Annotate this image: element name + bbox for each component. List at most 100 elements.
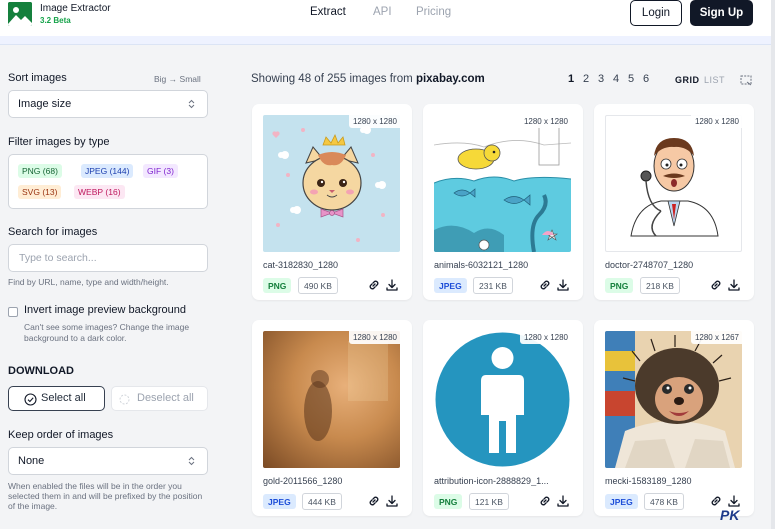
- image-dimensions: 1280 x 1280: [519, 115, 572, 128]
- image-type-badge: JPEG: [263, 494, 296, 509]
- sort-label: Sort images: [8, 72, 67, 84]
- search-input[interactable]: Type to search...: [8, 244, 208, 272]
- keep-order-value: None: [18, 455, 45, 467]
- image-thumbnail[interactable]: [263, 115, 400, 252]
- app-title: Image Extractor: [40, 3, 111, 14]
- image-filename: attribution-icon-2888829_1...: [434, 476, 549, 486]
- filter-chip-webp[interactable]: WEBP (16): [74, 185, 125, 199]
- filter-type: GIF: [147, 166, 162, 176]
- download-icon[interactable]: [556, 494, 570, 508]
- attribution-image: [435, 332, 570, 467]
- chevron-updown-icon: [188, 456, 195, 466]
- filter-count: 3: [166, 166, 172, 176]
- image-filename: doctor-2748707_1280: [605, 260, 694, 270]
- image-card[interactable]: 1280 x 1267 mecki-1583189_1280 JPEG 478 …: [594, 320, 754, 516]
- results-summary: Showing 48 of 255 images from pixabay.co…: [251, 73, 485, 85]
- filter-count: 144: [112, 166, 127, 176]
- invert-hint-line2: background to a dark color.: [24, 333, 127, 343]
- deselect-all-label: Deselect all: [137, 392, 194, 404]
- mecki-image: [605, 331, 735, 468]
- filter-chip-svg[interactable]: SVG (13): [18, 185, 62, 199]
- image-size: 121 KB: [469, 493, 509, 510]
- image-filename: animals-6032121_1280: [434, 260, 529, 270]
- invert-background-checkbox[interactable]: [8, 307, 18, 317]
- image-thumbnail[interactable]: [263, 331, 400, 468]
- filter-chip-jpeg[interactable]: JPEG (144): [81, 164, 134, 178]
- download-heading: DOWNLOAD: [8, 365, 74, 377]
- nav-api-link[interactable]: API: [373, 6, 392, 18]
- top-header: Image Extractor 3.2 Beta Extract API Pri…: [0, 0, 775, 36]
- download-icon[interactable]: [727, 494, 741, 508]
- copy-link-icon[interactable]: [367, 278, 381, 292]
- page-scrollbar[interactable]: [771, 0, 775, 529]
- download-icon[interactable]: [727, 278, 741, 292]
- keep-order-select[interactable]: None: [8, 447, 208, 475]
- login-button[interactable]: Login: [630, 0, 682, 26]
- doctor-image: [630, 138, 719, 237]
- nav-extract-link[interactable]: Extract: [310, 6, 346, 18]
- download-icon[interactable]: [385, 278, 399, 292]
- image-filename: cat-3182830_1280: [263, 260, 339, 270]
- filter-count: 13: [45, 187, 55, 197]
- page-1-link[interactable]: 1: [568, 73, 574, 85]
- sort-select[interactable]: Image size: [8, 90, 208, 118]
- sort-hint-small: Small: [179, 74, 201, 84]
- image-card[interactable]: 1280 x 1280 animals-6032121_1280 JPEG 23…: [423, 104, 583, 300]
- watermark-logo: PK: [720, 507, 740, 523]
- app-version: 3.2 Beta: [40, 16, 71, 25]
- gold-image: [304, 341, 388, 441]
- image-dimensions: 1280 x 1267: [690, 331, 743, 344]
- page-5-link[interactable]: 5: [628, 73, 634, 85]
- image-dimensions: 1280 x 1280: [690, 115, 743, 128]
- filter-chip-gif[interactable]: GIF (3): [143, 164, 178, 178]
- image-dimensions: 1280 x 1280: [348, 331, 401, 344]
- download-icon[interactable]: [556, 278, 570, 292]
- filter-label: Filter images by type: [8, 136, 110, 148]
- image-type-badge: PNG: [605, 278, 634, 293]
- copy-link-icon[interactable]: [709, 278, 723, 292]
- keep-order-hint-line3: of the image.: [8, 501, 58, 511]
- list-view-toggle[interactable]: LIST: [704, 75, 725, 85]
- select-all-label: Select all: [41, 392, 86, 404]
- filter-type: SVG: [22, 187, 40, 197]
- chevron-updown-icon: [188, 99, 195, 109]
- page-4-link[interactable]: 4: [613, 73, 619, 85]
- page-3-link[interactable]: 3: [598, 73, 604, 85]
- copy-link-icon[interactable]: [538, 278, 552, 292]
- nav-pricing-link[interactable]: Pricing: [416, 6, 451, 18]
- image-card[interactable]: 1280 x 1280 gold-2011566_1280 JPEG 444 K…: [252, 320, 412, 516]
- invert-label: Invert image preview background: [24, 304, 187, 316]
- keep-order-hint-line1: When enabled the files will be in the or…: [8, 481, 182, 491]
- image-thumbnail[interactable]: [605, 331, 742, 468]
- page-2-link[interactable]: 2: [583, 73, 589, 85]
- sidebar: Sort images Big → Small Image size Filte…: [0, 55, 220, 529]
- image-size: 490 KB: [298, 277, 338, 294]
- image-card[interactable]: 1280 x 1280 cat-3182830_1280 PNG 490 KB: [252, 104, 412, 300]
- filter-count: 16: [108, 187, 118, 197]
- results-source: pixabay.com: [415, 73, 485, 85]
- image-thumbnail[interactable]: [434, 115, 571, 252]
- copy-link-icon[interactable]: [367, 494, 381, 508]
- image-card[interactable]: 1280 x 1280 attribution-icon-2888829_1..…: [423, 320, 583, 516]
- filter-count: 68: [45, 166, 56, 176]
- image-thumbnail[interactable]: [434, 331, 571, 468]
- image-card[interactable]: 1280 x 1280 doctor-2748707_1280 PNG 218 …: [594, 104, 754, 300]
- select-mode-icon[interactable]: [740, 74, 752, 86]
- download-icon[interactable]: [385, 494, 399, 508]
- app-logo-icon[interactable]: [8, 2, 32, 26]
- page-6-link[interactable]: 6: [643, 73, 649, 85]
- image-size: 478 KB: [644, 493, 684, 510]
- invert-hint-line1: Can't see some images? Change the image: [24, 322, 190, 332]
- copy-link-icon[interactable]: [709, 494, 723, 508]
- image-size: 444 KB: [302, 493, 342, 510]
- results-count-text: Showing 48 of 255 images from: [251, 73, 413, 85]
- signup-button[interactable]: Sign Up: [690, 0, 753, 26]
- search-label: Search for images: [8, 226, 98, 238]
- filter-chip-png[interactable]: PNG (68): [18, 164, 62, 178]
- grid-view-toggle[interactable]: GRID: [675, 75, 700, 85]
- deselect-all-button[interactable]: Deselect all: [111, 386, 208, 411]
- image-type-badge: JPEG: [434, 278, 467, 293]
- copy-link-icon[interactable]: [538, 494, 552, 508]
- select-all-button[interactable]: Select all: [8, 386, 105, 411]
- image-thumbnail[interactable]: [605, 115, 742, 252]
